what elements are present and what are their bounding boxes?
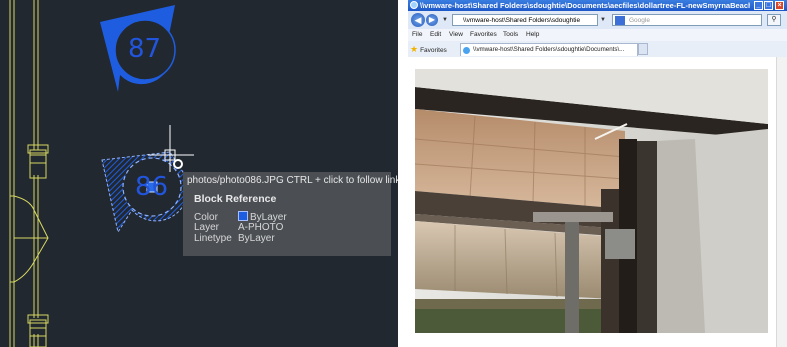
vertical-scrollbar[interactable] [776, 57, 787, 347]
divider [398, 0, 408, 347]
ie-tab-icon [463, 47, 470, 54]
favorites-bar: ★ Favorites \\vmware-host\Shared Folders\… [408, 41, 787, 58]
forward-button[interactable]: ▶ [426, 14, 438, 26]
address-dropdown-icon[interactable]: ▼ [598, 15, 608, 25]
menu-file[interactable]: File [412, 29, 422, 41]
search-icon[interactable]: ⚲ [767, 14, 781, 26]
page-content [408, 57, 787, 347]
door-frame-photo [415, 69, 768, 333]
window-titlebar[interactable]: \\vmware-host\Shared Folders\sdoughtie\D… [408, 0, 787, 11]
tab-current[interactable]: \\vmware-host\Shared Folders\sdoughtie\D… [460, 43, 638, 56]
property-row-layer: Layer A-PHOTO [194, 222, 284, 233]
star-icon: ★ [410, 44, 419, 54]
menu-tools[interactable]: Tools [503, 29, 518, 41]
menu-view[interactable]: View [449, 29, 463, 41]
ie-logo-icon [410, 1, 418, 9]
search-box[interactable]: Google [612, 14, 762, 26]
color-swatch-icon [238, 211, 248, 221]
menu-bar: File Edit View Favorites Tools Help [408, 29, 787, 41]
tag-number-86: 86 [135, 172, 169, 202]
close-button[interactable]: × [775, 1, 784, 10]
new-tab-button[interactable] [638, 43, 648, 55]
hyperlink-text[interactable]: photos/photo086.JPG CTRL + click to foll… [187, 175, 398, 186]
maximize-button[interactable]: □ [764, 1, 773, 10]
menu-help[interactable]: Help [526, 29, 539, 41]
google-logo-icon [615, 16, 625, 25]
cad-viewport[interactable]: 87 86 photos/photo086.JPG CTRL + click t… [0, 0, 398, 347]
property-row-linetype: Linetype ByLayer [194, 233, 275, 244]
block-reference-tooltip: photos/photo086.JPG CTRL + click to foll… [183, 172, 398, 256]
menu-favorites[interactable]: Favorites [470, 29, 497, 41]
browser-window: \\vmware-host\Shared Folders\sdoughtie\D… [408, 0, 787, 347]
menu-edit[interactable]: Edit [430, 29, 441, 41]
window-title: \\vmware-host\Shared Folders\sdoughtie\D… [420, 1, 750, 10]
back-button[interactable]: ◀ [411, 13, 425, 27]
address-toolbar: ◀ ▶ ▼ \\vmware-host\Shared Folders\sdoug… [408, 11, 787, 29]
tooltip-title: Block Reference [194, 193, 277, 205]
favorites-button[interactable]: ★ Favorites [410, 44, 447, 56]
minimize-button[interactable]: _ [754, 1, 763, 10]
address-bar[interactable]: \\vmware-host\Shared Folders\sdoughtie [452, 14, 598, 26]
tag-number-87: 87 [128, 34, 162, 64]
nav-dropdown-icon[interactable]: ▼ [440, 15, 450, 25]
